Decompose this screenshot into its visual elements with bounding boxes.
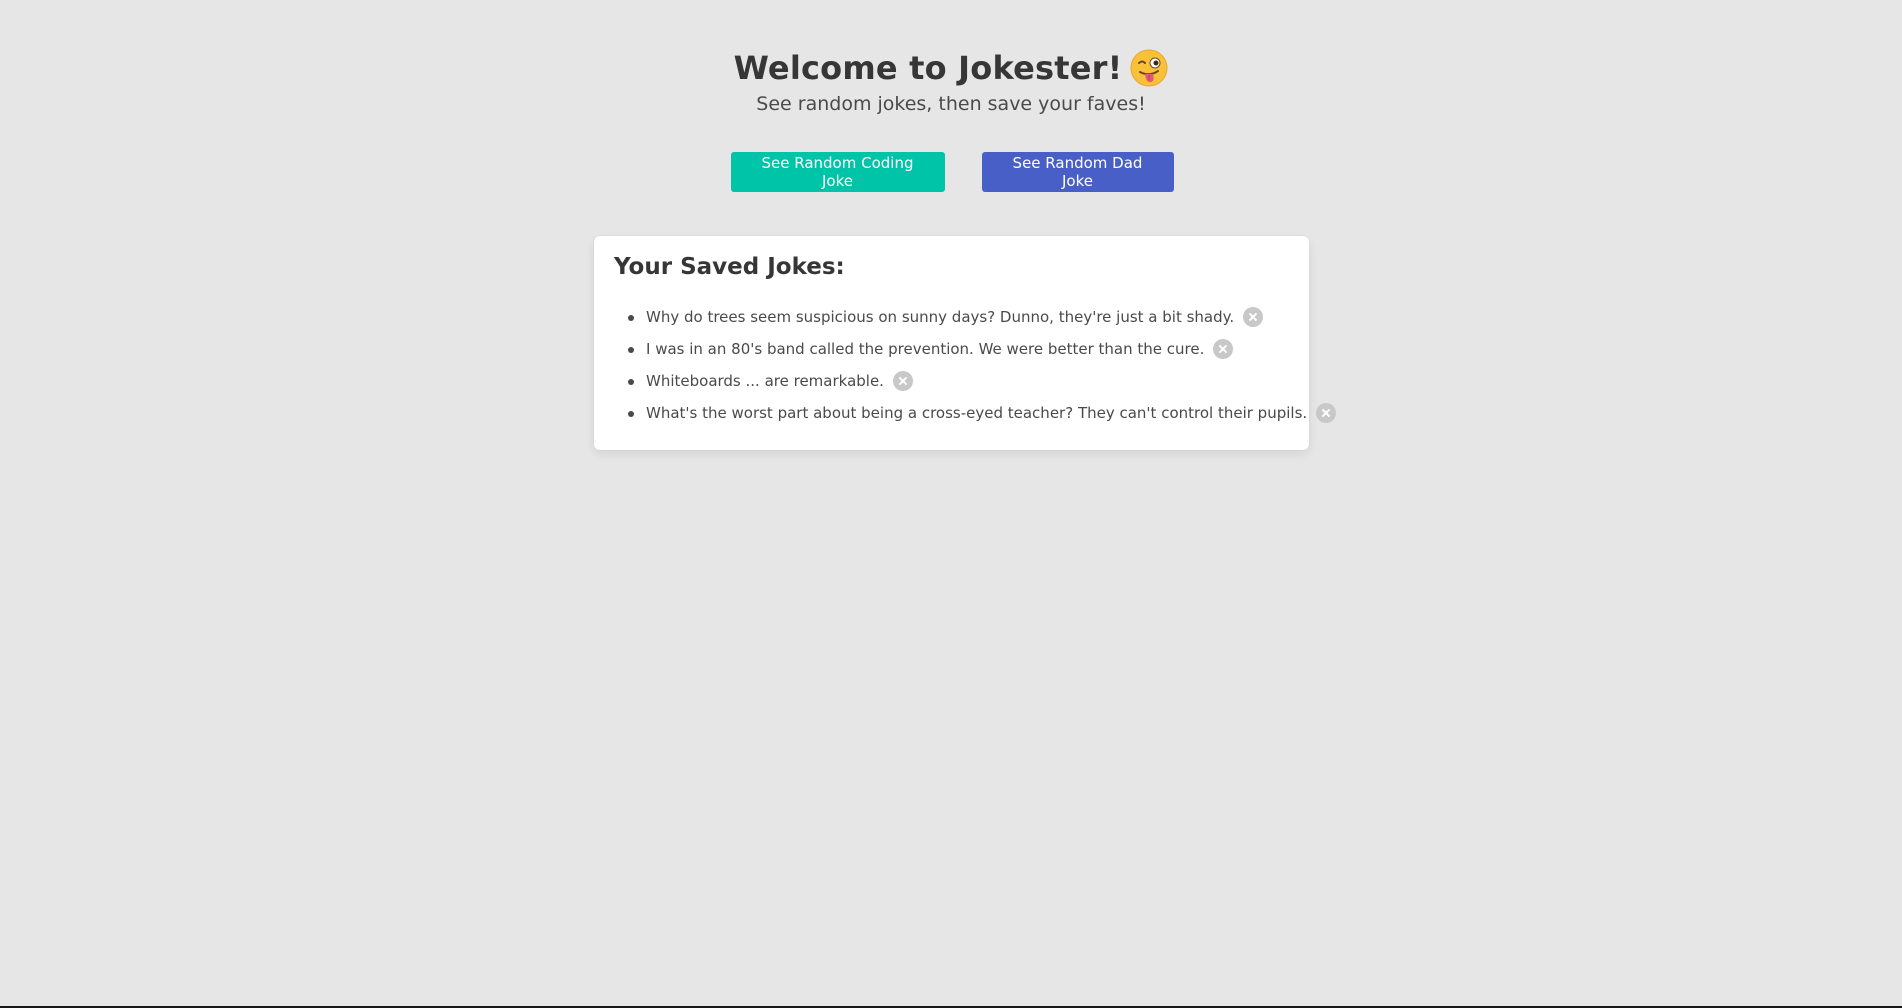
close-circle-icon[interactable] — [892, 371, 913, 391]
saved-jokes-title: Your Saved Jokes: — [614, 254, 845, 280]
page-title: Welcome to Jokester! — [733, 49, 1123, 87]
random-dad-joke-button[interactable]: See Random Dad Joke — [981, 152, 1174, 192]
joke-text: I was in an 80's band called the prevent… — [646, 340, 1205, 358]
list-item: Whiteboards ... are remarkable. — [626, 369, 1289, 401]
joke-buttons: See Random Coding Joke See Random Dad Jo… — [0, 152, 1902, 192]
title-row: Welcome to Jokester! — [0, 45, 1902, 91]
hero-section: Welcome to Jokester! See random jokes, t… — [0, 0, 1902, 192]
joke-text: What's the worst part about being a cros… — [646, 404, 1308, 422]
close-circle-icon[interactable] — [1315, 403, 1336, 423]
saved-jokes-panel: Your Saved Jokes: Why do trees seem susp… — [594, 236, 1336, 450]
close-circle-icon[interactable] — [1213, 339, 1234, 359]
close-circle-icon[interactable] — [1242, 307, 1263, 327]
joke-text: Whiteboards ... are remarkable. — [646, 372, 884, 390]
joke-text: Why do trees seem suspicious on sunny da… — [646, 308, 1235, 326]
list-item: I was in an 80's band called the prevent… — [626, 337, 1289, 369]
saved-jokes-list: Why do trees seem suspicious on sunny da… — [614, 305, 1336, 433]
list-item: What's the worst part about being a cros… — [626, 401, 1336, 433]
list-item: Why do trees seem suspicious on sunny da… — [626, 305, 1289, 337]
random-coding-joke-button[interactable]: See Random Coding Joke — [730, 152, 945, 192]
page-subtitle: See random jokes, then save your faves! — [756, 93, 1146, 115]
winking-face-with-tongue-icon — [1130, 49, 1168, 87]
